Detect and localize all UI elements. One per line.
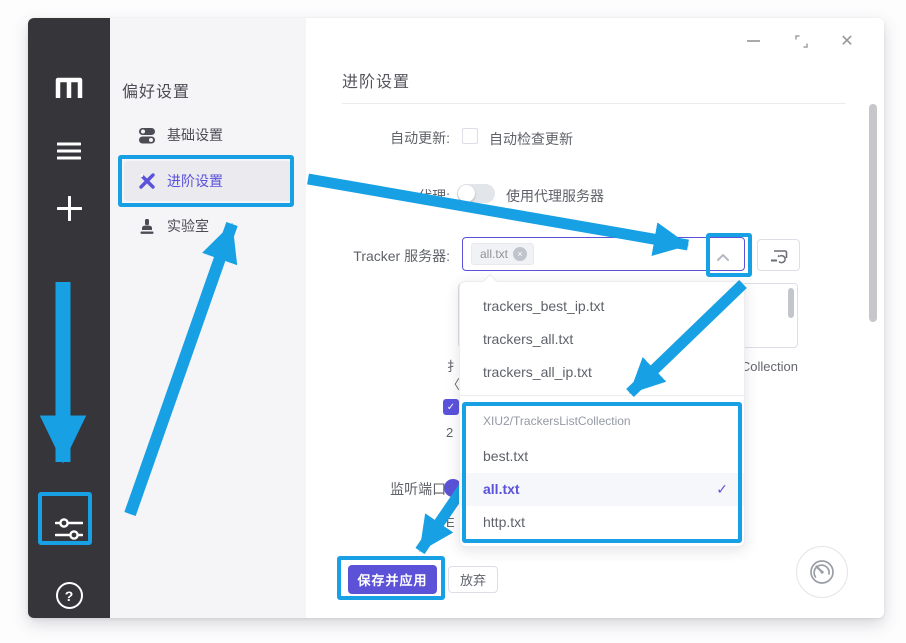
screenshot-canvas: ? 偏好设置 基础设置	[0, 0, 906, 643]
toggle-knob	[458, 185, 475, 202]
toggles-icon	[138, 126, 156, 144]
window-controls: ✕	[738, 26, 868, 60]
task-list-button[interactable]	[28, 142, 110, 160]
obscured-text-fragment: 2	[446, 425, 458, 440]
help-button[interactable]: ?	[28, 582, 110, 609]
settings-button[interactable]	[28, 517, 110, 541]
page-scrollbar[interactable]	[869, 104, 877, 322]
sliders-icon	[55, 517, 83, 541]
check-icon: ✓	[447, 402, 455, 413]
sync-trackers-button[interactable]	[757, 239, 800, 271]
dropdown-option[interactable]: trackers_all_ip.txt	[460, 356, 744, 389]
option-label: all.txt	[483, 481, 520, 497]
motrix-logo	[28, 76, 110, 100]
maximize-icon	[795, 35, 808, 48]
dropdown-option[interactable]: http.txt	[460, 506, 744, 539]
page-title: 进阶设置	[342, 68, 410, 92]
sync-icon	[769, 247, 789, 264]
save-and-apply-button[interactable]: 保存并应用	[348, 565, 437, 594]
nav-item-lab[interactable]: 实验室	[124, 206, 292, 246]
auto-update-label: 自动更新:	[310, 128, 450, 148]
advanced-settings-pane: ✕ 进阶设置 自动更新: 自动检查更新 代理: 使用代理服务器 Tracker …	[306, 18, 884, 618]
app-window: ? 偏好设置 基础设置	[28, 18, 884, 618]
textarea-scrollbar[interactable]	[788, 288, 794, 318]
auto-update-checkbox-label: 自动检查更新	[489, 129, 573, 149]
dropdown-option-selected[interactable]: all.txt ✓	[460, 473, 744, 506]
nav-item-label: 实验室	[167, 216, 209, 236]
check-icon: ✓	[716, 473, 728, 506]
preferences-nav: 偏好设置 基础设置	[110, 18, 306, 618]
task-list-icon	[57, 142, 81, 160]
plus-icon	[57, 196, 82, 221]
tag-label: all.txt	[480, 247, 508, 261]
dropdown-group-label: XIU2/TrackersListCollection	[483, 410, 631, 432]
nav-item-advanced-settings[interactable]: 进阶设置	[124, 161, 292, 201]
dropdown-option[interactable]: best.txt	[460, 440, 744, 473]
title-divider	[342, 103, 846, 104]
obscured-text-fragment: E	[446, 515, 458, 530]
chevron-up-icon[interactable]	[716, 249, 730, 267]
app-sidebar: ?	[28, 18, 110, 618]
obscured-checkbox-fragment: ✓	[443, 399, 459, 415]
dropdown-pointer	[483, 274, 497, 288]
proxy-toggle-label: 使用代理服务器	[506, 186, 604, 206]
dropdown-option[interactable]: trackers_best_ip.txt	[460, 290, 744, 323]
motrix-logo-icon	[54, 76, 84, 100]
selected-tracker-tag[interactable]: all.txt ×	[471, 243, 534, 265]
obscured-text-fragment: 扌	[447, 356, 459, 375]
question-icon: ?	[56, 582, 83, 609]
close-button[interactable]: ✕	[832, 26, 862, 56]
nav-item-label: 进阶设置	[167, 171, 223, 191]
add-task-button[interactable]	[28, 196, 110, 221]
preferences-title: 偏好设置	[122, 78, 190, 102]
obscured-text-fragment: 〈	[447, 374, 459, 393]
tracker-server-select[interactable]: all.txt ×	[462, 237, 745, 271]
speed-limit-button[interactable]	[796, 546, 848, 598]
close-icon: ✕	[840, 31, 853, 51]
dropdown-option[interactable]: trackers_all.txt	[460, 323, 744, 356]
tools-icon	[138, 172, 156, 190]
gauge-icon	[806, 556, 838, 588]
nav-item-basic-settings[interactable]: 基础设置	[124, 115, 292, 155]
tracker-dropdown: trackers_best_ip.txt trackers_all.txt tr…	[459, 281, 745, 547]
maximize-button[interactable]	[786, 26, 816, 56]
tag-close-icon[interactable]: ×	[513, 247, 527, 261]
proxy-label: 代理:	[310, 186, 450, 206]
discard-button[interactable]: 放弃	[448, 566, 498, 593]
minimize-icon	[747, 40, 760, 42]
proxy-toggle[interactable]	[457, 184, 495, 203]
auto-update-checkbox[interactable]	[462, 128, 478, 144]
listen-port-label: 监听端口:	[310, 479, 450, 499]
minimize-button[interactable]	[738, 26, 768, 56]
tracker-server-label: Tracker 服务器:	[310, 246, 450, 266]
dropdown-divider	[460, 395, 744, 396]
lab-stamp-icon	[138, 217, 156, 235]
nav-item-label: 基础设置	[167, 125, 223, 145]
